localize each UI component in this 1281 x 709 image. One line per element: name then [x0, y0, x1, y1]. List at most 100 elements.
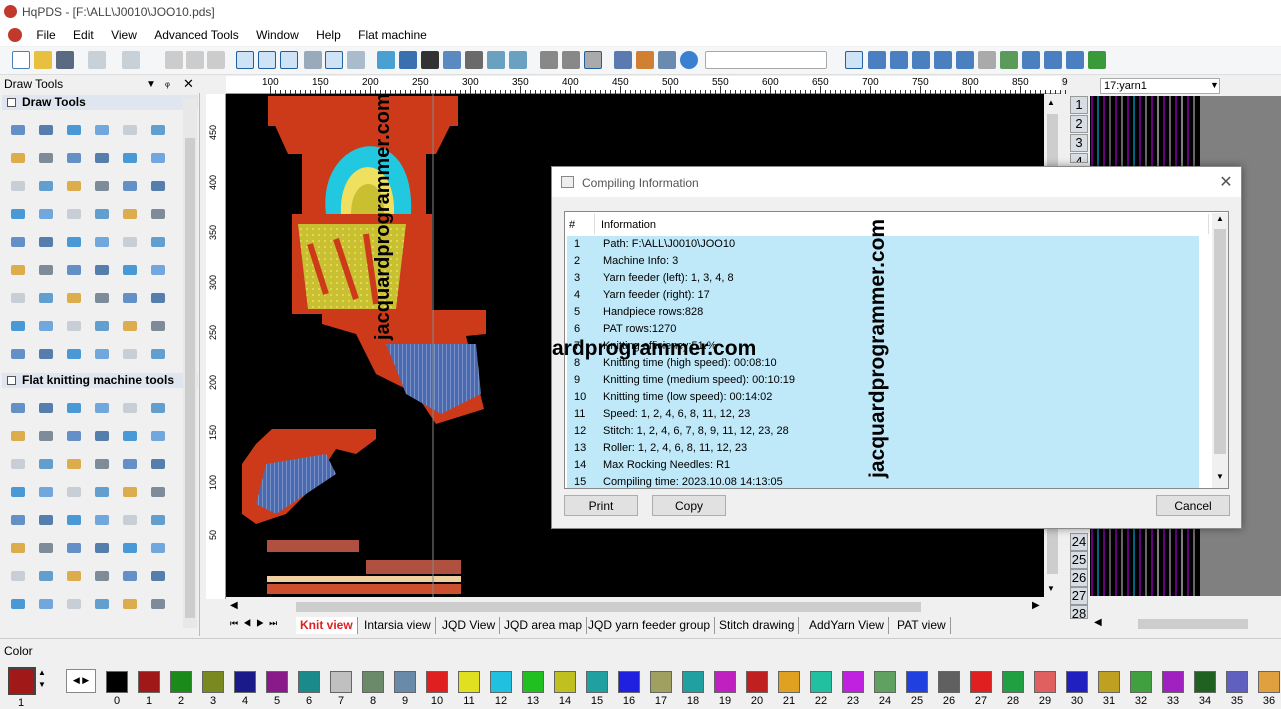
menu-file[interactable]: File — [29, 24, 62, 42]
copy-icon[interactable] — [186, 51, 204, 69]
draw-tool-icon[interactable] — [36, 316, 56, 336]
draw-tool-icon[interactable] — [8, 344, 28, 364]
table2-icon[interactable] — [1044, 51, 1062, 69]
color-swatch[interactable] — [138, 671, 160, 693]
draw-tool-icon[interactable] — [36, 232, 56, 252]
cut-icon[interactable] — [165, 51, 183, 69]
knit-tool-icon[interactable] — [36, 398, 56, 418]
list-scroll-thumb[interactable] — [1214, 229, 1226, 454]
draw-tool-icon[interactable] — [36, 204, 56, 224]
panel-scrollbar[interactable] — [183, 98, 197, 628]
open-folder-icon[interactable] — [34, 51, 52, 69]
knit-tool-icon[interactable] — [36, 482, 56, 502]
knit-tool-icon[interactable] — [92, 566, 112, 586]
knit-tool-icon[interactable] — [92, 398, 112, 418]
draw-tool-icon[interactable] — [36, 344, 56, 364]
draw-tool-icon[interactable] — [36, 176, 56, 196]
color-swatch[interactable] — [1258, 671, 1280, 693]
knit-tool-icon[interactable] — [8, 454, 28, 474]
layers-icon[interactable] — [443, 51, 461, 69]
color-swatch[interactable] — [682, 671, 704, 693]
draw-tool-icon[interactable] — [120, 288, 140, 308]
knit-tool-icon[interactable] — [92, 482, 112, 502]
color-swatch[interactable] — [906, 671, 928, 693]
scroll-left-icon[interactable]: ◀ — [1094, 617, 1102, 628]
draw-tool-icon[interactable] — [120, 204, 140, 224]
knit-tool-icon[interactable] — [120, 566, 140, 586]
pin-icon[interactable]: ᵩ — [165, 77, 170, 89]
draw-tool-icon[interactable] — [120, 260, 140, 280]
draw-tool-icon[interactable] — [92, 316, 112, 336]
yarn-hscroll[interactable]: ◀ — [1090, 616, 1280, 632]
doc-icon[interactable] — [614, 51, 632, 69]
menu-view[interactable]: View — [104, 24, 144, 42]
knit-tool-icon[interactable] — [148, 538, 168, 558]
knit-tool-icon[interactable] — [36, 454, 56, 474]
brush-icon[interactable] — [636, 51, 654, 69]
knit-tool-icon[interactable] — [36, 510, 56, 530]
new-file-icon[interactable] — [12, 51, 30, 69]
color-swatch[interactable] — [1226, 671, 1248, 693]
align2-icon[interactable] — [890, 51, 908, 69]
tab-jqd-yarn-feeder-group[interactable]: JQD yarn feeder group — [584, 617, 716, 634]
draw-tool-icon[interactable] — [64, 204, 84, 224]
draw-tool-icon[interactable] — [8, 288, 28, 308]
knit-tool-icon[interactable] — [92, 510, 112, 530]
draw-tool-icon[interactable] — [36, 148, 56, 168]
knit-tool-icon[interactable] — [8, 482, 28, 502]
tab-jqd-area-map[interactable]: JQD area map — [500, 617, 588, 634]
color-swatch[interactable] — [874, 671, 896, 693]
yarn-select[interactable]: 17:yarn1 — [1100, 78, 1220, 94]
draw-tool-icon[interactable] — [92, 232, 112, 252]
color-swatch[interactable] — [778, 671, 800, 693]
image-icon[interactable] — [1088, 51, 1106, 69]
color-swatch[interactable] — [298, 671, 320, 693]
draw-tool-icon[interactable] — [120, 316, 140, 336]
color-swatch[interactable] — [490, 671, 512, 693]
knit-tool-icon[interactable] — [64, 398, 84, 418]
draw-tool-icon[interactable] — [92, 260, 112, 280]
knit-tool-icon[interactable] — [8, 538, 28, 558]
draw-tools-section[interactable]: Draw Tools — [2, 95, 198, 110]
tab-stitch-drawing[interactable]: Stitch drawing — [715, 617, 800, 634]
redo-icon[interactable] — [122, 51, 140, 69]
menu-advanced-tools[interactable]: Advanced Tools — [147, 24, 246, 42]
column-header-number[interactable]: # — [565, 214, 595, 234]
color-swatch[interactable] — [234, 671, 256, 693]
tab-intarsia-view[interactable]: Intarsia view — [360, 617, 436, 634]
scroll-left-icon[interactable]: ◀ — [230, 600, 238, 611]
color-swatch[interactable] — [394, 671, 416, 693]
draw-tool-icon[interactable] — [120, 344, 140, 364]
menu-help[interactable]: Help — [309, 24, 348, 42]
draw-tool-icon[interactable] — [64, 316, 84, 336]
draw-tool-icon[interactable] — [92, 204, 112, 224]
draw-tool-icon[interactable] — [8, 204, 28, 224]
stitch-icon[interactable] — [465, 51, 483, 69]
draw-tool-icon[interactable] — [8, 232, 28, 252]
table-icon[interactable] — [1022, 51, 1040, 69]
draw-tool-icon[interactable] — [92, 148, 112, 168]
color-swatch[interactable] — [554, 671, 576, 693]
dialog-close-icon[interactable]: ✕ — [1218, 172, 1234, 191]
info-icon[interactable] — [258, 51, 276, 69]
tab-nav-icons[interactable]: ⏮◀▶⏭ — [230, 618, 282, 629]
color-swatch[interactable] — [522, 671, 544, 693]
draw-tool-icon[interactable] — [148, 288, 168, 308]
move-icon[interactable] — [304, 51, 322, 69]
draw-tool-icon[interactable] — [64, 344, 84, 364]
knit-tool-icon[interactable] — [8, 426, 28, 446]
edit-icon[interactable] — [399, 51, 417, 69]
knit-tool-icon[interactable] — [120, 594, 140, 614]
knit-tool-icon[interactable] — [92, 538, 112, 558]
scroll-down-icon[interactable]: ▼ — [1216, 472, 1224, 481]
draw-tool-icon[interactable] — [64, 176, 84, 196]
collapse-icon[interactable] — [7, 376, 16, 385]
draw-tool-icon[interactable] — [8, 260, 28, 280]
sewing-icon[interactable] — [421, 51, 439, 69]
menu-edit[interactable]: Edit — [66, 24, 101, 42]
scroll-down-icon[interactable]: ▼ — [1047, 584, 1055, 593]
draw-tool-icon[interactable] — [148, 120, 168, 140]
draw-tool-icon[interactable] — [36, 260, 56, 280]
color-swatch[interactable] — [842, 671, 864, 693]
panel-close-icon[interactable]: ✕ — [183, 76, 194, 92]
